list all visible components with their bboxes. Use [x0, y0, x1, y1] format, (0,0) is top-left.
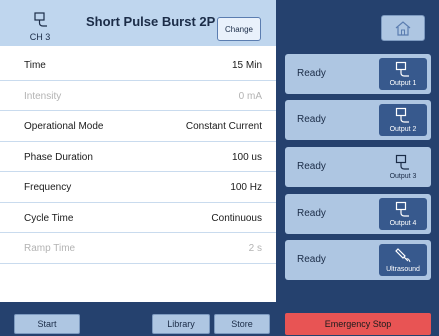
- ultrasound-button[interactable]: Ultrasound: [379, 244, 427, 276]
- parameter-label: Frequency: [24, 182, 72, 193]
- program-footer: Start Library Store: [0, 302, 276, 336]
- parameter-value: 0 mA: [238, 90, 262, 102]
- output-3-button[interactable]: Output 3: [379, 151, 427, 183]
- parameter-label: Cycle Time: [24, 212, 74, 224]
- ultrasound-probe-icon: [395, 248, 411, 263]
- parameter-value: 100 Hz: [230, 182, 262, 193]
- electrode-icon: [395, 154, 409, 170]
- parameter-label: Intensity: [24, 90, 62, 102]
- parameter-row-ramp-time: Ramp Time 2 s: [0, 233, 276, 264]
- parameter-value: 2 s: [248, 243, 262, 254]
- parameter-label: Phase Duration: [24, 151, 93, 163]
- program-panel: CH 3 Short Pulse Burst 2P Change Time 15…: [0, 0, 276, 336]
- home-icon: [395, 21, 411, 36]
- emergency-stop-button[interactable]: Emergency Stop: [285, 313, 431, 335]
- output-card-3[interactable]: Ready Output 3: [285, 147, 431, 187]
- parameter-row-phase-duration[interactable]: Phase Duration 100 us: [0, 142, 276, 172]
- output-card-ultrasound[interactable]: Ready Ultrasound: [285, 240, 431, 280]
- start-button[interactable]: Start: [14, 314, 80, 334]
- program-title: Short Pulse Burst 2P: [86, 14, 216, 29]
- electrode-icon: [395, 107, 409, 123]
- change-program-button[interactable]: Change: [217, 17, 261, 41]
- output-1-button[interactable]: Output 1: [379, 58, 427, 90]
- store-button[interactable]: Store: [214, 314, 270, 334]
- output-2-button[interactable]: Output 2: [379, 104, 427, 136]
- output-label: Output 3: [389, 173, 417, 180]
- parameter-label: Operational Mode: [24, 121, 104, 132]
- parameter-row-frequency[interactable]: Frequency 100 Hz: [0, 172, 276, 203]
- parameter-value: Constant Current: [185, 121, 262, 132]
- output-status: Ready: [297, 114, 326, 125]
- parameter-value: 15 Min: [231, 60, 262, 71]
- parameter-row-operational-mode[interactable]: Operational Mode Constant Current: [0, 111, 276, 142]
- parameter-list: Time 15 Min Intensity 0 mA Operational M…: [0, 50, 276, 264]
- electrode-icon: [395, 201, 409, 217]
- output-label: Output 4: [389, 220, 417, 227]
- parameter-label: Time: [24, 60, 46, 71]
- parameter-row-time[interactable]: Time 15 Min: [0, 50, 276, 81]
- output-label: Ultrasound: [386, 266, 420, 273]
- channel-indicator[interactable]: CH 3: [20, 6, 60, 42]
- parameter-value: Continuous: [211, 212, 262, 224]
- electrode-icon: [34, 12, 47, 27]
- parameter-label: Ramp Time: [24, 243, 76, 254]
- program-header: CH 3 Short Pulse Burst 2P Change: [0, 0, 276, 46]
- output-card-1[interactable]: Ready Output 1: [285, 54, 431, 94]
- parameter-row-intensity: Intensity 0 mA: [0, 81, 276, 111]
- output-4-button[interactable]: Output 4: [379, 198, 427, 230]
- parameter-row-cycle-time[interactable]: Cycle Time Continuous: [0, 203, 276, 233]
- output-label: Output 2: [389, 126, 417, 133]
- home-button[interactable]: [381, 15, 425, 41]
- output-status: Ready: [297, 208, 326, 219]
- library-button[interactable]: Library: [152, 314, 210, 334]
- output-status: Ready: [297, 68, 326, 79]
- output-label: Output 1: [389, 80, 417, 87]
- output-status: Ready: [297, 161, 326, 172]
- channel-label: CH 3: [29, 32, 51, 42]
- output-card-4[interactable]: Ready Output 4: [285, 194, 431, 234]
- electrode-icon: [395, 61, 409, 77]
- output-status: Ready: [297, 254, 326, 265]
- parameter-value: 100 us: [231, 151, 262, 163]
- output-card-2[interactable]: Ready Output 2: [285, 100, 431, 140]
